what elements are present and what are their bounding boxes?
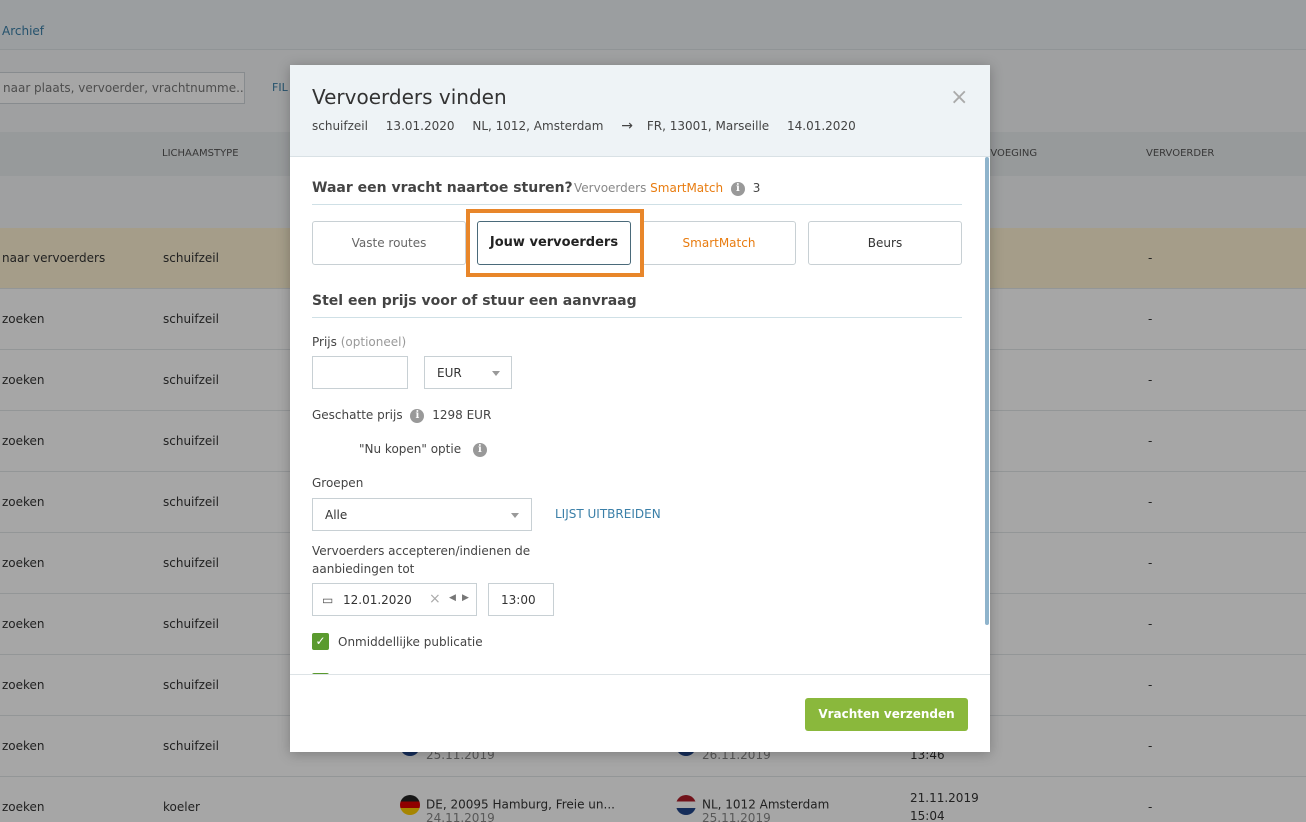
groups-label: Groepen [312, 476, 364, 490]
optional-label: (optioneel) [340, 335, 407, 349]
info-icon[interactable]: i [730, 181, 745, 196]
price-input[interactable] [312, 356, 408, 389]
immediate-publication-checkbox[interactable]: ✓ [312, 633, 329, 650]
deadline-time-input[interactable]: 13:00 [488, 583, 554, 616]
meta-body-type: schuifzeil [312, 119, 368, 133]
groups-select[interactable]: Alle [312, 498, 532, 531]
modal-title: Vervoerders vinden [312, 85, 507, 109]
tab-beurs[interactable]: Beurs [808, 221, 962, 265]
smartmatch-count: 3 [752, 181, 761, 195]
modal-scrollbar[interactable] [985, 157, 989, 625]
info-icon[interactable]: i [410, 408, 425, 423]
estimated-price-value: 1298 EUR [432, 408, 492, 422]
chevron-right-icon[interactable]: ▶ [462, 593, 469, 603]
calendar-icon: ▭ [322, 593, 334, 607]
arrow-right-icon: → [621, 118, 633, 134]
chevron-down-icon [492, 371, 500, 376]
deadline-date-input[interactable]: ▭ 12.01.2020 × ◀ ▶ [312, 583, 477, 616]
immediate-publication-label: Onmiddellijke publicatie [338, 635, 483, 649]
divider [312, 317, 962, 318]
meta-destination: FR, 13001, Marseille [646, 119, 770, 133]
modal-header: Vervoerders vinden × schuifzeil 13.01.20… [290, 65, 990, 157]
carriers-label: Vervoerders [574, 181, 647, 195]
find-carriers-modal: Vervoerders vinden × schuifzeil 13.01.20… [290, 65, 990, 752]
buy-now-label: "Nu kopen" optie i [359, 442, 491, 457]
chevron-left-icon[interactable]: ◀ [449, 593, 456, 603]
meta-origin: NL, 1012, Amsterdam [472, 119, 604, 133]
smartmatch-label: SmartMatch [650, 181, 724, 195]
clear-icon[interactable]: × [429, 591, 441, 607]
deadline-label-line1: Vervoerders accepteren/indienen de [312, 544, 531, 558]
highlight-annotation [466, 209, 644, 277]
close-icon[interactable]: × [950, 85, 968, 110]
currency-select[interactable]: EUR [424, 356, 512, 389]
send-section-title: Waar een vracht naartoe sturen? [312, 180, 573, 196]
price-section-title: Stel een prijs voor of stuur een aanvraa… [312, 293, 637, 309]
tab-vaste-routes[interactable]: Vaste routes [312, 221, 466, 265]
info-icon[interactable]: i [472, 442, 487, 457]
estimated-price: Geschatte prijs i 1298 EUR [312, 408, 492, 423]
modal-body: Waar een vracht naartoe sturen? Vervoerd… [290, 157, 990, 674]
deadline-label-line2: aanbiedingen tot [312, 562, 415, 576]
modal-footer: Vrachten verzenden [290, 674, 990, 752]
tab-smartmatch[interactable]: SmartMatch [642, 221, 796, 265]
expand-list-link[interactable]: LIJST UITBREIDEN [555, 507, 661, 521]
smartmatch-info: Vervoerders SmartMatch i 3 [574, 181, 760, 196]
price-label: Prijs (optioneel) [312, 335, 407, 349]
divider [312, 204, 962, 205]
chevron-down-icon [511, 513, 519, 518]
send-loads-button[interactable]: Vrachten verzenden [805, 698, 968, 731]
shipment-summary: schuifzeil 13.01.2020 NL, 1012, Amsterda… [312, 118, 870, 134]
meta-unload-date: 14.01.2020 [787, 119, 856, 133]
meta-load-date: 13.01.2020 [385, 119, 455, 133]
